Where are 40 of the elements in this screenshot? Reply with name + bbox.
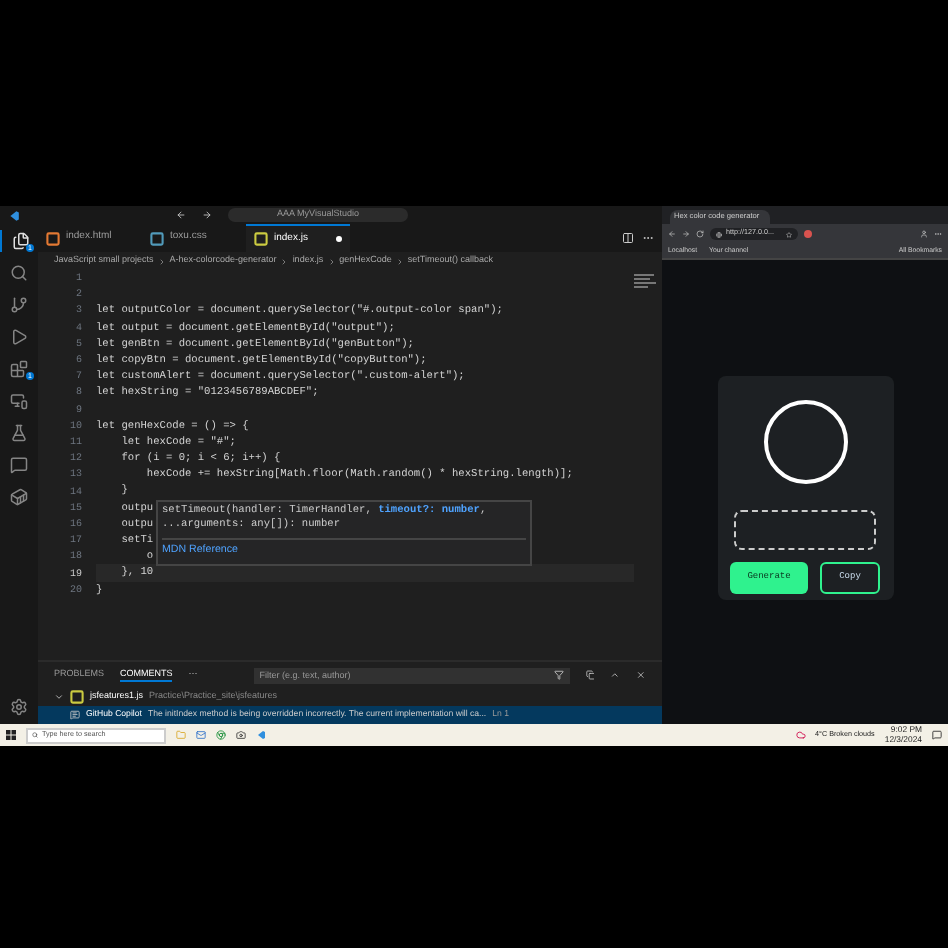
camera-icon[interactable] — [236, 730, 246, 740]
file-type-icon — [46, 231, 60, 245]
output-field — [734, 510, 876, 550]
search-icon — [32, 732, 38, 738]
maximize-icon[interactable] — [610, 670, 621, 680]
container-icon — [10, 488, 28, 506]
flask-icon — [10, 424, 28, 442]
file-type-icon — [254, 232, 268, 246]
blocks-icon — [10, 360, 28, 378]
filter-icon — [553, 670, 564, 680]
mail-icon[interactable] — [196, 730, 206, 740]
comment-icon — [70, 710, 80, 720]
split-editor-icon[interactable] — [622, 232, 634, 244]
play-icon — [10, 328, 28, 346]
extension-icon[interactable] — [804, 230, 812, 238]
file-type-icon — [70, 690, 84, 704]
settings-icon[interactable] — [10, 698, 28, 716]
profile-icon[interactable] — [920, 230, 928, 238]
notification-icon[interactable] — [932, 730, 942, 740]
forward-icon[interactable] — [202, 210, 212, 220]
search-icon — [10, 264, 28, 282]
back-icon[interactable] — [668, 230, 676, 238]
minimap — [634, 274, 656, 288]
chevron-icon[interactable] — [54, 692, 64, 702]
app-logo-icon[interactable] — [256, 730, 266, 740]
file-type-icon — [150, 231, 164, 245]
globe-icon — [716, 231, 722, 237]
collapse-icon[interactable] — [585, 670, 595, 680]
windows-logo-icon[interactable] — [6, 730, 16, 740]
forward-icon[interactable] — [682, 230, 690, 238]
chat-icon — [10, 456, 28, 474]
browser-icon[interactable] — [216, 730, 226, 740]
files-icon — [11, 232, 29, 250]
reload-icon[interactable] — [696, 230, 704, 238]
branch-icon — [10, 296, 28, 314]
close-icon[interactable] — [636, 670, 646, 680]
back-icon[interactable] — [176, 210, 186, 220]
weather-icon — [795, 730, 806, 740]
star-icon — [786, 231, 792, 237]
monitor-icon — [10, 392, 28, 410]
